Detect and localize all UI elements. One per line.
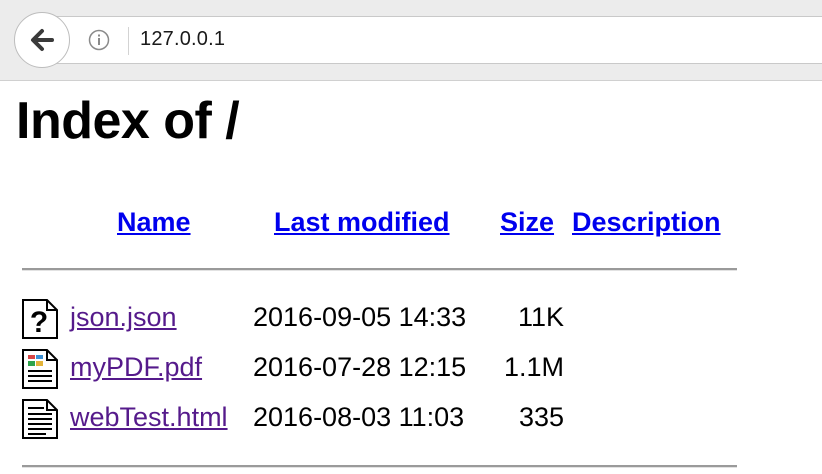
url-text[interactable]: 127.0.0.1 [140,28,225,51]
svg-text:?: ? [30,306,48,339]
file-modified: 2016-09-05 14:33 [253,302,467,332]
browser-toolbar: 127.0.0.1 [0,0,822,81]
column-header-description[interactable]: Description [572,207,721,238]
file-size: 1.1M [503,352,564,382]
text-document-icon [20,398,60,440]
page-title: Index of / [16,92,240,150]
file-row-pdf: myPDF.pdf 2016-07-28 12:15 1.1M [0,348,822,392]
info-icon[interactable] [88,29,110,51]
column-header-last-modified[interactable]: Last modified [274,207,450,238]
column-header-size[interactable]: Size [500,207,554,238]
header-divider [22,268,737,271]
file-size: 335 [518,402,564,432]
footer-divider [22,465,737,468]
file-row-html: webTest.html 2016-08-03 11:03 335 [0,398,822,442]
column-header-name[interactable]: Name [117,207,191,238]
layout-document-icon [20,348,60,390]
back-button[interactable] [14,12,70,68]
file-link[interactable]: json.json [70,302,177,333]
back-arrow-icon [28,26,56,54]
file-modified: 2016-08-03 11:03 [253,402,465,432]
file-row-json: ? json.json 2016-09-05 14:33 11K [0,298,822,342]
address-bar[interactable]: 127.0.0.1 [52,16,822,64]
file-link[interactable]: myPDF.pdf [70,352,202,383]
url-divider [128,27,129,55]
file-size: 11K [517,302,564,332]
file-modified: 2016-07-28 12:15 [253,352,467,382]
unknown-file-icon: ? [20,298,60,340]
file-link[interactable]: webTest.html [70,402,228,433]
